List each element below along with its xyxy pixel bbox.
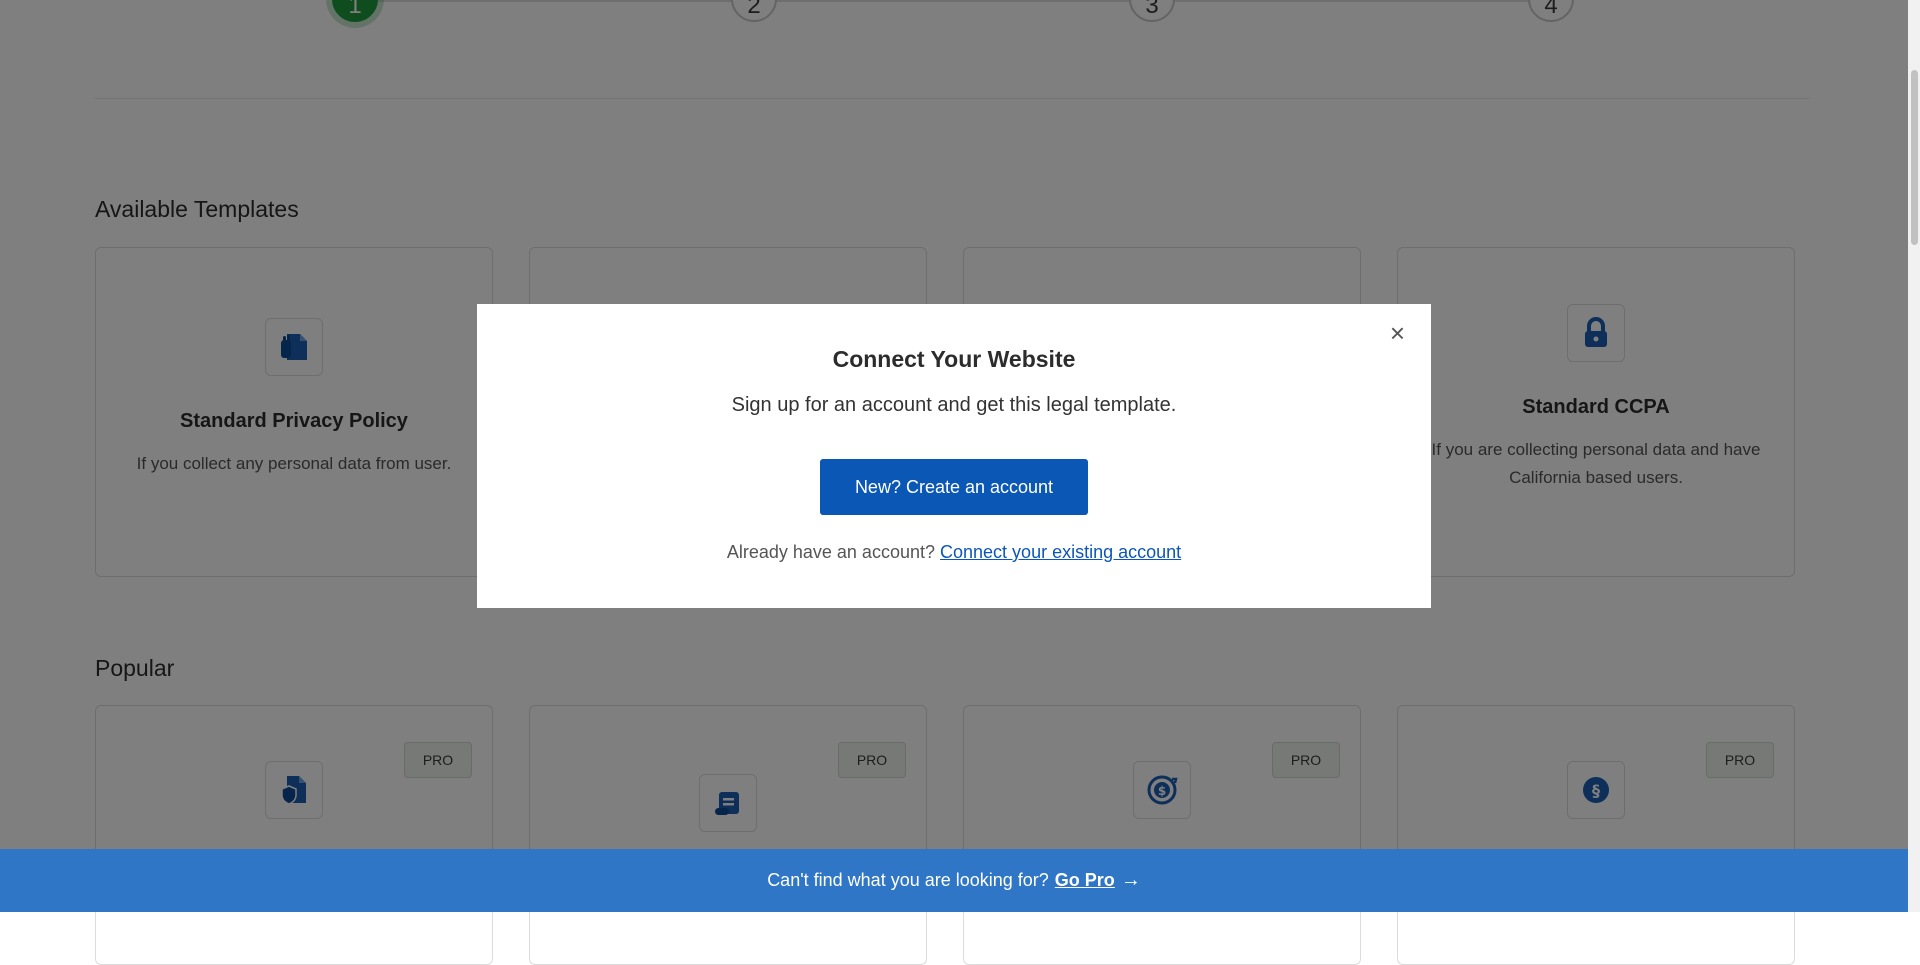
arrow-right-icon[interactable]: → [1121,869,1141,892]
connect-website-modal: × Connect Your Website Sign up for an ac… [477,304,1431,608]
close-icon[interactable]: × [1390,318,1405,349]
connect-existing-account-link[interactable]: Connect your existing account [940,542,1181,562]
create-account-button[interactable]: New? Create an account [820,459,1088,515]
modal-title: Connect Your Website [832,346,1076,372]
banner-text: Can't find what you are looking for? [767,870,1049,890]
modal-subtitle: Sign up for an account and get this lega… [731,394,1177,416]
go-pro-banner: Can't find what you are looking for? Go … [0,849,1908,912]
modal-footer: Already have an account? Connect your ex… [477,542,1431,563]
scrollbar[interactable] [1908,0,1920,912]
existing-account-text: Already have an account? [726,542,935,562]
scrollbar-thumb[interactable] [1911,70,1918,245]
go-pro-link[interactable]: Go Pro [1055,870,1115,891]
